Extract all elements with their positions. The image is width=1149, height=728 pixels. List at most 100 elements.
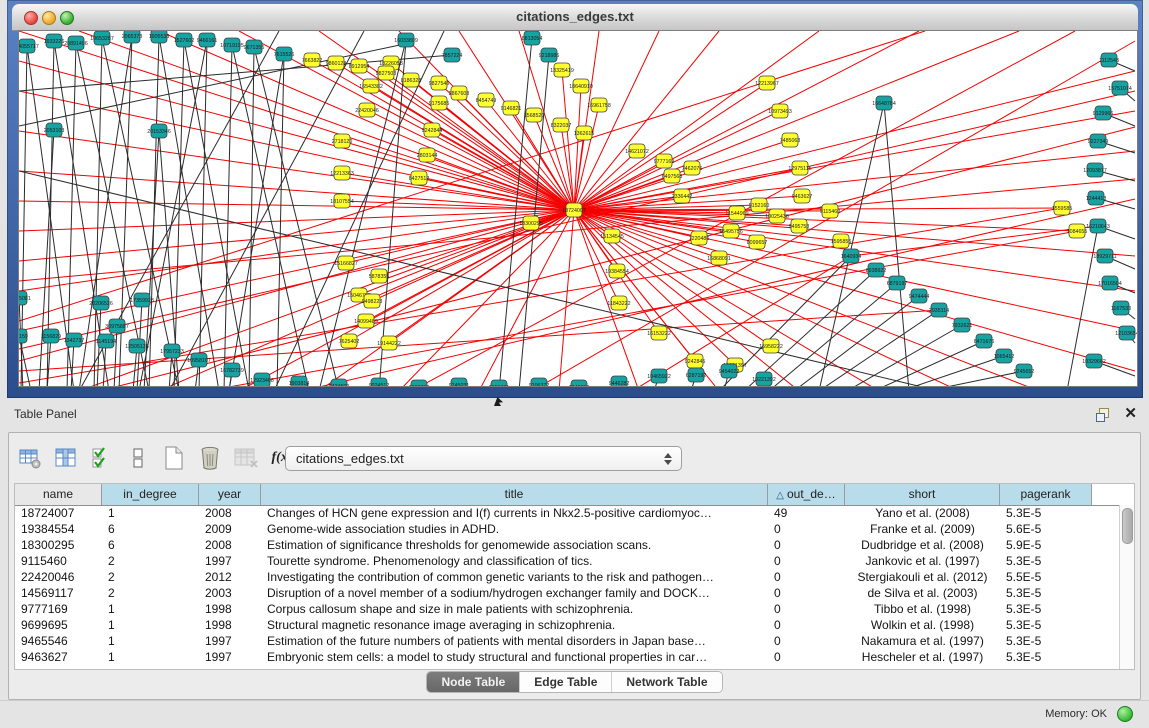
table-row[interactable]: 969969511998Structural magnetic resonanc… xyxy=(15,617,1120,633)
graph-node[interactable]: 1084655 xyxy=(1067,224,1088,238)
graph-node[interactable]: 7485063 xyxy=(780,133,801,147)
table-cell[interactable]: Structural magnetic resonance image aver… xyxy=(261,617,768,633)
table-cell[interactable]: 2003 xyxy=(199,585,261,601)
graph-node[interactable]: 9827503 xyxy=(376,66,397,80)
table-cell[interactable]: 9777169 xyxy=(15,601,102,617)
graph-node[interactable]: 9463627 xyxy=(792,189,813,203)
unselect-all-columns-button[interactable] xyxy=(123,443,153,473)
graph-node[interactable]: 7857224 xyxy=(442,48,463,62)
graph-node[interactable]: 7615526 xyxy=(274,47,295,61)
graph-node[interactable]: 933159 xyxy=(19,329,28,343)
graph-node[interactable]: 2867608 xyxy=(449,86,470,100)
graph-node[interactable]: 9446282 xyxy=(609,376,630,386)
graph-node[interactable]: 13325419 xyxy=(550,63,574,77)
graph-node[interactable]: 9466161 xyxy=(197,33,218,47)
delete-table-button[interactable] xyxy=(231,443,261,473)
graph-node[interactable]: 14055717 xyxy=(19,39,39,53)
graph-node[interactable]: 1065412 xyxy=(994,349,1015,363)
graph-node[interactable]: 6497568 xyxy=(662,169,683,183)
table-cell[interactable]: 0 xyxy=(768,553,845,569)
table-cell[interactable]: 2 xyxy=(102,569,199,585)
table-cell[interactable]: 5.3E-5 xyxy=(1000,649,1092,665)
table-cell[interactable]: 5.9E-5 xyxy=(1000,537,1092,553)
table-cell[interactable]: 1997 xyxy=(199,633,261,649)
table-cell[interactable]: 0 xyxy=(768,633,845,649)
graph-node[interactable]: 1905533 xyxy=(149,31,170,43)
graph-node[interactable]: 1244413 xyxy=(1086,191,1107,205)
graph-node[interactable]: 1167533 xyxy=(1111,301,1131,315)
table-cell[interactable]: 49 xyxy=(768,505,845,521)
graph-node[interactable]: 18640910 xyxy=(569,79,593,93)
graph-node[interactable]: 7932621 xyxy=(952,318,973,332)
table-cell[interactable]: 1997 xyxy=(199,553,261,569)
graph-node[interactable]: 12975115 xyxy=(788,161,811,175)
graph-node[interactable]: 9106372 xyxy=(529,378,550,386)
graph-node[interactable]: 16782739 xyxy=(220,363,244,377)
table-cell[interactable]: Wolkin et al. (1998) xyxy=(845,617,1000,633)
table-cell[interactable]: 5.3E-5 xyxy=(1000,601,1092,617)
table-cell[interactable]: 2 xyxy=(102,553,199,569)
table-cell[interactable]: 1 xyxy=(102,633,199,649)
graph-node[interactable]: 11843222 xyxy=(607,296,630,310)
table-cell[interactable]: 0 xyxy=(768,537,845,553)
table-cell[interactable]: 6 xyxy=(102,521,199,537)
scrollbar-thumb[interactable] xyxy=(1122,508,1133,544)
table-cell[interactable]: Estimation of significance thresholds fo… xyxy=(261,537,768,553)
graph-node[interactable]: 11544909 xyxy=(725,206,748,220)
graph-node[interactable]: 30975887 xyxy=(105,319,129,333)
graph-node[interactable]: 6879197 xyxy=(887,276,908,290)
table-row[interactable]: 1830029562008Estimation of significance … xyxy=(15,537,1120,553)
create-column-button[interactable] xyxy=(159,443,189,473)
table-cell[interactable]: 2008 xyxy=(199,505,261,521)
column-header-outde[interactable]: △out_de… xyxy=(768,484,845,505)
table-cell[interactable]: 1 xyxy=(102,649,199,665)
graph-node[interactable]: 8813054 xyxy=(522,31,543,45)
graph-node[interactable]: 8454749 xyxy=(476,93,497,107)
table-cell[interactable]: 5.3E-5 xyxy=(1000,553,1092,569)
table-row[interactable]: 1872400712008Changes of HCN gene express… xyxy=(15,505,1120,521)
graph-node[interactable]: 9860128 xyxy=(326,56,347,70)
graph-node[interactable]: 8938922 xyxy=(866,263,887,277)
graph-node[interactable]: 2336442 xyxy=(672,189,693,203)
graph-node[interactable]: 9242845 xyxy=(685,354,706,368)
network-window-titlebar[interactable]: citations_edges.txt xyxy=(12,4,1138,31)
graph-node[interactable]: 5878355 xyxy=(369,269,390,283)
table-cell[interactable]: Embryonic stem cells: a model to study s… xyxy=(261,649,768,665)
table-cell[interactable]: 1998 xyxy=(199,617,261,633)
graph-node[interactable]: 16210643 xyxy=(1086,219,1110,233)
table-cell[interactable]: 18724007 xyxy=(15,505,102,521)
graph-node[interactable]: 1156829 xyxy=(41,329,61,343)
table-cell[interactable]: Jankovic et al. (1997) xyxy=(845,553,1000,569)
graph-node[interactable]: 14621072 xyxy=(625,144,649,158)
table-cell[interactable]: Stergiakouli et al. (2012) xyxy=(845,569,1000,585)
graph-node[interactable]: 8424509 xyxy=(329,379,350,386)
graph-node[interactable]: 2803144 xyxy=(417,148,438,162)
table-cell[interactable]: Hescheler et al. (1997) xyxy=(845,649,1000,665)
graph-node[interactable]: 7462076 xyxy=(682,161,703,175)
table-row[interactable]: 2242004622012Investigating the contribut… xyxy=(15,569,1120,585)
graph-node[interactable]: 9777169 xyxy=(654,154,675,168)
table-cell[interactable]: 2008 xyxy=(199,537,261,553)
graph-node[interactable]: 9115460 xyxy=(820,204,840,218)
graph-node[interactable]: 9218986 xyxy=(539,48,560,62)
select-all-columns-button[interactable] xyxy=(87,443,117,473)
table-cell[interactable]: 5.3E-5 xyxy=(1000,505,1092,521)
graph-node[interactable]: 20185081 xyxy=(19,291,31,305)
close-panel-icon[interactable]: ✕ xyxy=(1124,405,1137,423)
tab-edge-table[interactable]: Edge Table xyxy=(520,672,612,692)
table-cell[interactable]: 5.3E-5 xyxy=(1000,585,1092,601)
graph-node[interactable]: 1595855 xyxy=(831,234,852,248)
column-header-title[interactable]: title xyxy=(261,484,768,505)
table-row[interactable]: 1938455462009Genome-wide association stu… xyxy=(15,521,1120,537)
graph-node[interactable]: 1568520 xyxy=(524,108,545,122)
column-header-pagerank[interactable]: pagerank xyxy=(1000,484,1092,505)
graph-node[interactable]: 7663822 xyxy=(302,53,323,67)
graph-node[interactable]: 12093877 xyxy=(1083,163,1107,177)
table-cell[interactable]: 9699695 xyxy=(15,617,102,633)
graph-node[interactable]: 9474444 xyxy=(909,289,930,303)
table-cell[interactable]: 9115460 xyxy=(15,553,102,569)
table-cell[interactable]: 6 xyxy=(102,537,199,553)
graph-node[interactable]: 19384554 xyxy=(605,264,629,278)
graph-node[interactable]: 7220486 xyxy=(689,231,710,245)
float-panel-icon[interactable] xyxy=(1096,408,1109,421)
